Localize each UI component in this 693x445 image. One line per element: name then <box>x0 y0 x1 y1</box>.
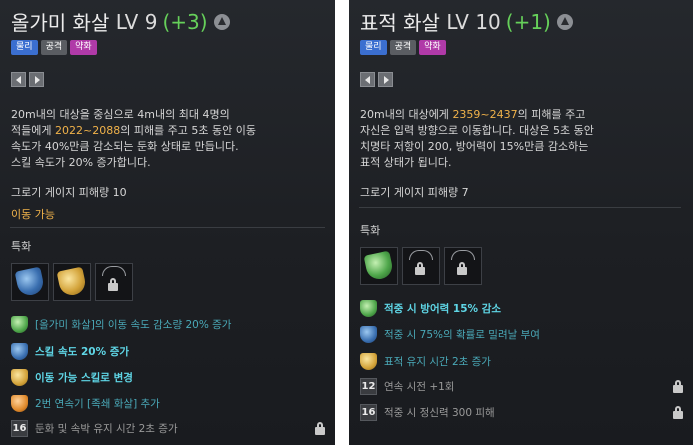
tripod-option[interactable]: 16 둔화 및 속박 유지 시간 2초 증가 <box>11 419 325 437</box>
divider <box>10 227 325 228</box>
tripod-option[interactable]: 16 적중 시 정신력 300 피해 <box>360 403 683 421</box>
lock-icon <box>457 262 467 275</box>
tripod-option[interactable]: [올가미 화살]의 이동 속도 감소량 20% 증가 <box>11 315 325 333</box>
chain-icon <box>102 266 126 276</box>
lock-icon <box>673 379 683 393</box>
lock-icon <box>415 262 425 275</box>
tripod-text: [올가미 화살]의 이동 속도 감소량 20% 증가 <box>35 318 232 331</box>
level-up-icon[interactable] <box>556 13 573 30</box>
tripod-text: 스킬 속도 20% 증가 <box>35 345 130 358</box>
tripod-text: 둔화 및 속박 유지 시간 2초 증가 <box>35 422 178 435</box>
desc-line: 20m내의 대상에게 2359~2437의 피해를 주고 <box>360 108 586 121</box>
skill-description: 20m내의 대상을 중심으로 4m내의 최대 4명의 적들에게 2022~208… <box>11 107 256 171</box>
tripod-slots <box>360 247 482 285</box>
lock-icon <box>315 421 325 435</box>
lock-icon <box>673 405 683 419</box>
level-up-icon[interactable] <box>213 13 230 30</box>
tripod-option[interactable]: 스킬 속도 20% 증가 <box>11 342 325 360</box>
tripod-text: 이동 가능 스킬로 변경 <box>35 371 133 384</box>
desc-line: 20m내의 대상을 중심으로 4m내의 최대 4명의 <box>11 108 230 121</box>
stagger-gauge-text: 그로기 게이지 피해량 10 <box>11 186 127 199</box>
tripod-option[interactable]: 12 연속 시전 +1회 <box>360 377 683 395</box>
green-tripod-icon <box>360 299 377 317</box>
gold-tripod-icon <box>11 368 28 386</box>
tag-debuff: 약화 <box>419 40 446 55</box>
next-arrow-icon[interactable] <box>378 72 393 87</box>
tripod-text: 적중 시 75%의 확률로 밀려날 부여 <box>384 328 540 341</box>
damage-range: 2359~2437 <box>452 108 518 121</box>
stagger-gauge-text: 그로기 게이지 피해량 7 <box>360 186 469 199</box>
tripod-slot-3[interactable] <box>444 247 482 285</box>
green-tripod-icon <box>11 315 28 333</box>
skill-level-bonus: (+3) <box>162 9 208 34</box>
blue-tripod-icon <box>360 325 377 343</box>
chain-icon <box>409 250 433 260</box>
next-arrow-icon[interactable] <box>29 72 44 87</box>
tripod-section-title: 특화 <box>360 224 381 237</box>
lock-icon <box>108 278 118 291</box>
unlock-level-badge: 16 <box>360 403 377 421</box>
gold-gem-icon <box>56 266 88 298</box>
skill-description: 20m내의 대상에게 2359~2437의 피해를 주고 자신은 입력 방향으로… <box>360 107 594 171</box>
desc-line: 표적 상태가 됩니다. <box>360 156 452 169</box>
desc-line: 스킬 속도가 20% 증가합니다. <box>11 156 151 169</box>
unlock-level-badge: 12 <box>360 377 377 395</box>
tripod-slot-2[interactable] <box>402 247 440 285</box>
skill-name: 올가미 화살 <box>11 11 110 35</box>
tripod-text: 적중 시 정신력 300 피해 <box>384 406 495 419</box>
blue-gem-icon <box>14 266 46 298</box>
unlock-level-badge: 16 <box>11 419 28 437</box>
skill-tooltip-right: 표적 화살 LV 10 (+1) 물리 공격 약화 20m내의 대상에게 2359… <box>349 0 693 445</box>
prev-arrow-icon[interactable] <box>360 72 375 87</box>
skill-tags: 물리 공격 약화 <box>11 40 97 55</box>
skill-title: 올가미 화살 LV 9 (+3) <box>11 7 230 36</box>
chain-icon <box>451 250 475 260</box>
tripod-section-title: 특화 <box>11 240 32 253</box>
tripod-option[interactable]: 표적 유지 시간 2초 증가 <box>360 352 683 370</box>
tag-physical: 물리 <box>11 40 38 55</box>
desc-line: 적들에게 2022~2088의 피해를 주고 5초 동안 이동 <box>11 124 257 137</box>
prev-arrow-icon[interactable] <box>11 72 26 87</box>
tripod-slot-2[interactable] <box>53 263 91 301</box>
skill-level: LV 9 <box>115 9 158 34</box>
tag-attack: 공격 <box>389 40 417 55</box>
desc-line: 속도가 40%만큼 감소되는 둔화 상태로 만듭니다. <box>11 140 239 153</box>
tripod-option[interactable]: 적중 시 방어력 15% 감소 <box>360 299 683 317</box>
gold-tripod-icon <box>360 352 377 370</box>
tag-attack: 공격 <box>40 40 68 55</box>
tripod-slots <box>11 263 133 301</box>
skill-level: LV 10 <box>446 9 501 34</box>
orange-tripod-icon <box>11 394 28 412</box>
tripod-option[interactable]: 적중 시 75%의 확률로 밀려날 부여 <box>360 325 683 343</box>
tripod-text: 연속 시전 +1회 <box>384 380 455 393</box>
tripod-text: 2번 연속기 [족쇄 화살] 추가 <box>35 397 160 410</box>
tripod-option[interactable]: 2번 연속기 [족쇄 화살] 추가 <box>11 394 325 412</box>
tag-debuff: 약화 <box>70 40 97 55</box>
tripod-option[interactable]: 이동 가능 스킬로 변경 <box>11 368 325 386</box>
tripod-slot-1[interactable] <box>11 263 49 301</box>
blue-tripod-icon <box>11 342 28 360</box>
tripod-slot-3[interactable] <box>95 263 133 301</box>
tripod-text: 적중 시 방어력 15% 감소 <box>384 302 502 315</box>
skill-tooltip-left: 올가미 화살 LV 9 (+3) 물리 공격 약화 20m내의 대상을 중심으로 … <box>0 0 335 445</box>
skill-tags: 물리 공격 약화 <box>360 40 446 55</box>
movable-text: 이동 가능 <box>11 208 55 221</box>
skill-name: 표적 화살 <box>360 11 440 35</box>
tripod-slot-1[interactable] <box>360 247 398 285</box>
tag-physical: 물리 <box>360 40 387 55</box>
page-nav <box>11 72 44 87</box>
divider <box>359 207 681 208</box>
skill-level-bonus: (+1) <box>505 9 551 34</box>
green-gem-icon <box>363 250 395 282</box>
desc-line: 자신은 입력 방향으로 이동합니다. 대상은 5초 동안 <box>360 124 594 137</box>
tripod-text: 표적 유지 시간 2초 증가 <box>384 355 491 368</box>
damage-range: 2022~2088 <box>54 124 121 137</box>
page-nav <box>360 72 393 87</box>
skill-title: 표적 화살 LV 10 (+1) <box>360 7 573 36</box>
desc-line: 치명타 저항이 200, 방어력이 15%만큼 감소하는 <box>360 140 589 153</box>
